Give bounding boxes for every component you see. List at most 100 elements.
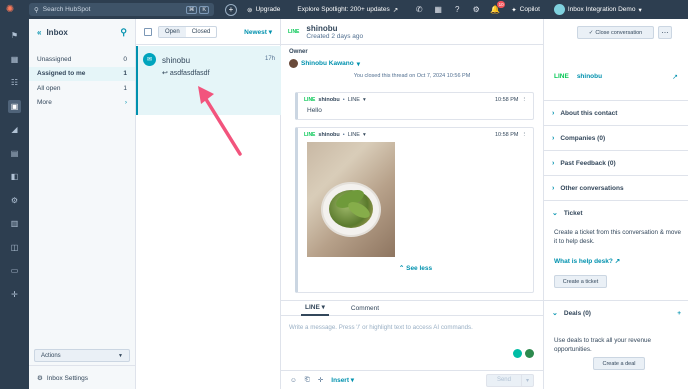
sparkle-icon[interactable]: ✛ (318, 376, 323, 384)
line-channel-icon: LINE (304, 132, 316, 138)
sort-dropdown[interactable]: Newest ▾ (244, 28, 272, 36)
library-folder-icon[interactable]: ▭ (0, 259, 29, 283)
section-ticket[interactable]: ⌄ Ticket (544, 200, 688, 225)
open-closed-toggle: Open Closed (158, 25, 218, 38)
chevron-right-icon: › (552, 159, 555, 167)
more-options-button[interactable]: ⋯ (658, 26, 672, 39)
shortcut-hint: ⌘ K (185, 5, 209, 14)
folder-unassigned[interactable]: Unassigned 0 (29, 52, 135, 67)
global-search-input[interactable]: ⚲ Search HubSpot ⌘ K (29, 3, 214, 16)
folder-all-open[interactable]: All open 1 (29, 81, 135, 96)
section-companies[interactable]: › Companies (0) (544, 125, 688, 150)
dashboard-grid-icon[interactable]: ▦ (0, 48, 29, 72)
caret-down-icon[interactable]: ▾ (363, 97, 366, 103)
chevron-right-icon: › (552, 184, 555, 192)
closed-filter-button[interactable]: Closed (186, 27, 217, 37)
folder-assigned-to-me[interactable]: Assigned to me 1 (29, 66, 135, 81)
divider (29, 365, 136, 366)
attachment-icon[interactable]: ⎗ (305, 376, 310, 384)
list-header: Open Closed Newest ▾ (136, 19, 280, 45)
chevron-up-icon: ⌃ (398, 265, 405, 272)
service-icon[interactable]: ◧ (0, 165, 29, 189)
compose-toolbar: ☺ ⎗ ✛ Insert ▾ Send ▾ (281, 370, 543, 389)
data-management-icon[interactable]: ◫ (0, 236, 29, 260)
hubspot-logo-icon[interactable]: ✺ (0, 0, 20, 19)
close-conversation-button[interactable]: ✓ Close conversation (577, 26, 654, 39)
contact-sidebar: ✓ Close conversation ⋯ LINE shinobu ↗ › Ab… (543, 19, 688, 389)
see-less-button[interactable]: ⌃ See less (298, 257, 533, 279)
marketing-megaphone-icon[interactable]: ◢ (0, 118, 29, 142)
message-photo[interactable] (307, 142, 395, 257)
upgrade-icon: ⊚ (247, 6, 253, 14)
search-icon[interactable]: ⚲ (120, 27, 127, 38)
inbox-settings-link[interactable]: ⚙ Inbox Settings (37, 374, 88, 383)
spotlight-link[interactable]: Explore Spotlight: 200+ updates ↗ (297, 6, 398, 14)
grammar-icon[interactable] (525, 349, 534, 358)
add-deal-icon[interactable]: + (677, 310, 681, 317)
account-menu[interactable]: Inbox Integration Demo ▾ (553, 4, 642, 15)
caret-down-icon[interactable]: ▾ (520, 374, 533, 386)
contact-header: LINE shinobu (554, 73, 602, 80)
ai-assist-icon[interactable] (513, 349, 522, 358)
more-vertical-icon[interactable]: ⋮ (522, 132, 528, 138)
search-icon: ⚲ (34, 6, 39, 14)
tab-line[interactable]: LINE ▾ (301, 300, 329, 316)
caret-down-icon[interactable]: ▾ (363, 132, 366, 138)
contact-name-link[interactable]: shinobu (577, 73, 602, 80)
create-deal-button[interactable]: Create a deal (593, 357, 645, 370)
reporting-icon[interactable]: ▥ (0, 212, 29, 236)
sales-icon[interactable]: ▤ (0, 142, 29, 166)
thread-created: Created 2 days ago (306, 32, 364, 40)
left-navigation: ⚑ ▦ ☷ ▣ ◢ ▤ ◧ ⚙ ▥ ◫ ▭ ✛ (0, 19, 29, 389)
system-message: You closed this thread on Oct 7, 2024 10… (353, 73, 471, 79)
select-all-checkbox[interactable] (144, 27, 152, 36)
actions-dropdown[interactable]: Actions ▼ (34, 349, 130, 362)
message-compose-input[interactable]: Write a message. Press '/' or highlight … (289, 324, 473, 331)
annotation-arrow-icon (198, 86, 242, 156)
section-past-feedback[interactable]: › Past Feedback (0) (544, 150, 688, 175)
marketplace-icon[interactable]: ▦ (431, 5, 445, 14)
create-ticket-button[interactable]: Create a ticket (554, 275, 607, 288)
contacts-icon[interactable]: ☷ (0, 71, 29, 95)
emoji-icon[interactable]: ☺ (290, 377, 297, 384)
copilot-button[interactable]: ✦ Copilot (511, 6, 540, 14)
message-card: LINE shinobu • LINE ▾ 10:58 PM ⋮ Hello (295, 92, 534, 120)
external-link-icon: ↗ (614, 258, 621, 265)
inbox-title: Inbox (46, 27, 68, 37)
send-button[interactable]: Send ▾ (485, 373, 534, 387)
upgrade-button[interactable]: ⊚ Upgrade (247, 6, 280, 14)
calling-icon[interactable]: ✆ (412, 5, 426, 14)
section-other-conversations[interactable]: › Other conversations (544, 175, 688, 200)
open-record-icon[interactable]: ↗ (672, 73, 678, 81)
notification-count-badge: 10 (497, 1, 506, 8)
expand-nav-icon[interactable]: ✛ (0, 283, 29, 307)
inbox-nav-icon[interactable]: ▣ (0, 95, 29, 119)
reply-arrow-icon: ↩ (162, 70, 168, 77)
more-vertical-icon[interactable]: ⋮ (522, 97, 528, 103)
help-icon[interactable]: ? (450, 5, 464, 14)
conversation-name: shinobu (162, 56, 191, 65)
insert-dropdown[interactable]: Insert ▾ (331, 376, 354, 384)
compose-tabs: LINE ▾ Comment (281, 300, 543, 316)
collapse-chevrons-icon[interactable]: « (37, 28, 41, 37)
create-new-button[interactable]: + (225, 3, 237, 16)
message-text: Hello (307, 107, 322, 114)
owner-dropdown[interactable]: Shinobu Kawano ▾ (289, 59, 360, 68)
message-header: LINE shinobu • LINE ▾ 10:58 PM ⋮ (304, 97, 528, 103)
line-channel-icon: LINE (304, 97, 316, 103)
bookmarks-icon[interactable]: ⚑ (0, 24, 29, 48)
caret-down-icon: ▾ (356, 60, 360, 68)
section-deals[interactable]: ⌄ Deals (0) + (544, 300, 688, 325)
section-about-contact[interactable]: › About this contact (544, 100, 688, 125)
automation-icon[interactable]: ⚙ (0, 189, 29, 213)
top-navigation-bar: ✺ ⚲ Search HubSpot ⌘ K + ⊚ Upgrade Explore… (0, 0, 688, 19)
open-filter-button[interactable]: Open (159, 26, 186, 37)
conversation-list: Open Closed Newest ▾ ✉ shinobu 17h ↩ asd… (136, 19, 281, 389)
help-desk-link[interactable]: What is help desk? ↗ (554, 257, 620, 265)
tab-comment[interactable]: Comment (351, 305, 379, 312)
settings-gear-icon[interactable]: ⚙ (469, 5, 483, 14)
check-icon: ✓ (588, 29, 594, 36)
notifications-bell-icon[interactable]: 🔔 10 (488, 1, 506, 14)
inbox-sidebar: « Inbox ⚲ Unassigned 0 Assigned to me 1 Al… (29, 19, 136, 389)
folder-more[interactable]: More › (29, 96, 135, 111)
